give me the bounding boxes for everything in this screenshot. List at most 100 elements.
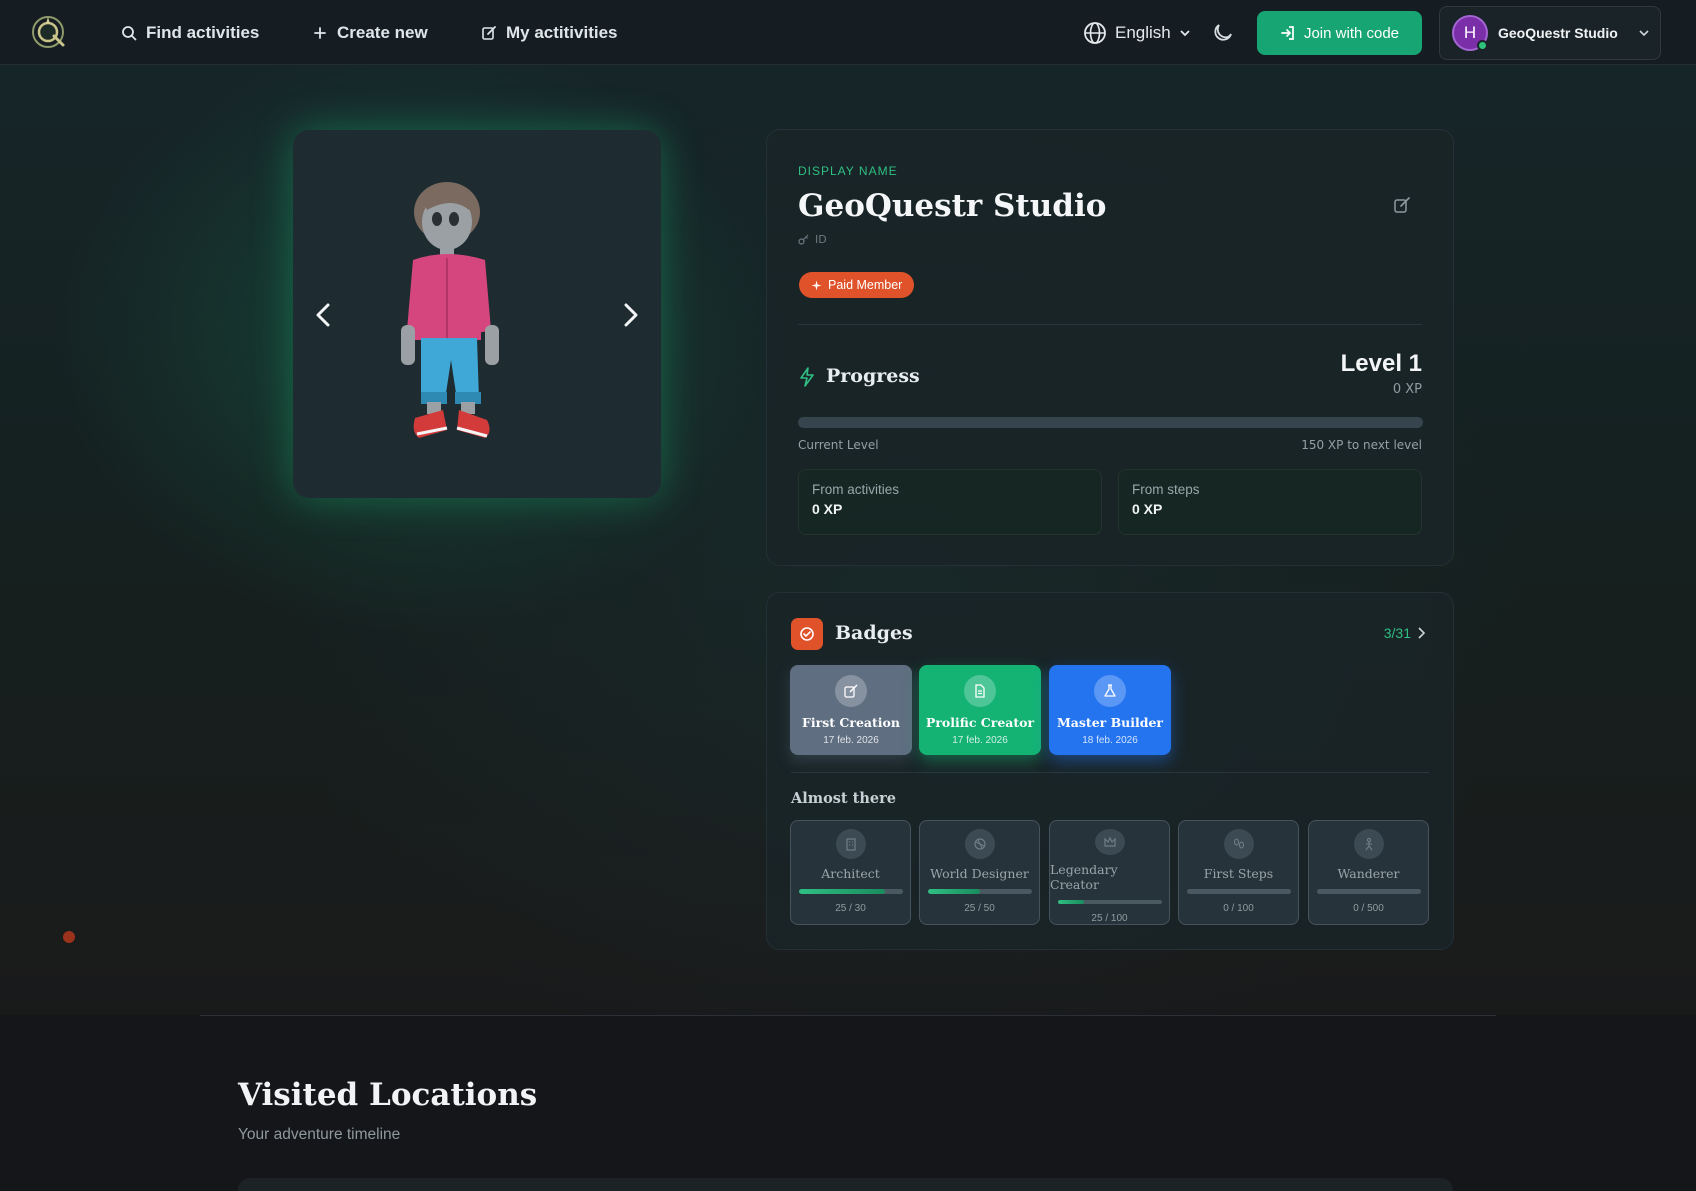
- level-progress-bar: [798, 417, 1423, 428]
- badges-count-link[interactable]: 3/31: [1384, 625, 1425, 641]
- badge-progress-text: 0 / 500: [1353, 903, 1384, 914]
- badge-progress-bar: [927, 889, 1032, 894]
- online-status-dot: [1477, 40, 1488, 51]
- badge-progress-bar: [1057, 899, 1162, 904]
- timeline-card: [238, 1178, 1453, 1191]
- from-activities-label: From activities: [812, 482, 900, 497]
- progress-title: Progress: [826, 365, 920, 387]
- badge-progress-fill: [1057, 899, 1084, 904]
- user-menu-button[interactable]: H GeoQuestr Studio: [1439, 6, 1661, 60]
- footprints-icon: [1223, 829, 1254, 859]
- find-activities-link[interactable]: Find activities: [121, 0, 259, 65]
- chevron-down-icon: [1180, 29, 1190, 36]
- badge-name: Prolific Creator: [925, 715, 1035, 730]
- badges-title: Badges: [835, 622, 913, 644]
- badge-date: 17 feb. 2026: [823, 735, 879, 746]
- badge-progress-text: 25 / 50: [964, 903, 995, 914]
- edit-icon: [482, 25, 496, 40]
- join-with-code-label: Join with code: [1303, 24, 1400, 42]
- login-icon: [1281, 26, 1294, 40]
- badge-first-creation[interactable]: First Creation 17 feb. 2026: [790, 665, 912, 755]
- search-icon: [122, 25, 137, 40]
- key-icon: [798, 234, 809, 245]
- moon-icon[interactable]: [1212, 22, 1234, 44]
- crown-icon: [1094, 829, 1125, 855]
- paid-member-label: Paid Member: [828, 278, 903, 292]
- badge-name: Legendary Creator: [1050, 861, 1118, 892]
- find-activities-label: Find activities: [146, 22, 260, 42]
- from-activities-value: 0 XP: [812, 501, 843, 517]
- notification-dot: [63, 931, 75, 943]
- top-navbar: Find activities Create new My actitiviti…: [0, 0, 1696, 65]
- next-level-label: 150 XP to next level: [1301, 438, 1422, 452]
- id-row: ID: [798, 233, 827, 246]
- my-activities-label: My actitivities: [506, 22, 618, 42]
- badge-name: First Creation: [802, 715, 900, 730]
- id-label: ID: [815, 233, 827, 246]
- badge-world-designer[interactable]: World Designer 25 / 50: [919, 820, 1040, 925]
- language-label: English: [1115, 22, 1171, 42]
- chevron-left-icon[interactable]: [309, 300, 339, 330]
- badge-progress-bar: [1186, 889, 1291, 894]
- badge-name: World Designer: [930, 866, 1029, 881]
- join-with-code-button[interactable]: Join with code: [1257, 11, 1422, 55]
- xp-total: 0 XP: [1392, 382, 1422, 397]
- character-preview-card: [293, 130, 661, 498]
- lightning-icon: [800, 367, 814, 387]
- badge-progress-bar: [1316, 889, 1421, 894]
- pencil-icon: [835, 675, 867, 707]
- character-avatar-image: [401, 182, 499, 438]
- globe-icon: [1084, 21, 1106, 44]
- building-icon: [835, 829, 866, 859]
- badge-progress-text: 25 / 100: [1091, 913, 1128, 924]
- document-icon: [964, 675, 996, 707]
- visited-locations-title: Visited Locations: [238, 1077, 538, 1113]
- avatar: H: [1452, 15, 1488, 51]
- user-name: GeoQuestr Studio: [1498, 25, 1618, 41]
- chevron-right-icon: [1418, 627, 1425, 639]
- walking-icon: [1353, 829, 1384, 859]
- level-label: Level 1: [1340, 350, 1422, 377]
- flask-icon: [1094, 675, 1126, 707]
- badge-legendary-creator[interactable]: Legendary Creator 25 / 100: [1049, 820, 1170, 925]
- language-selector[interactable]: English: [1083, 0, 1191, 65]
- create-new-link[interactable]: Create new: [312, 0, 428, 65]
- almost-there-title: Almost there: [791, 790, 897, 807]
- chevron-down-icon: [1639, 30, 1649, 37]
- badge-progress-fill: [798, 889, 885, 894]
- badge-wanderer[interactable]: Wanderer 0 / 500: [1308, 820, 1429, 925]
- avatar-initial: H: [1463, 23, 1477, 42]
- badges-section-icon: [791, 618, 823, 650]
- globe-icon: [964, 829, 995, 859]
- chevron-right-icon[interactable]: [615, 300, 645, 330]
- badge-date: 18 feb. 2026: [1082, 735, 1138, 746]
- edit-icon[interactable]: [1393, 196, 1411, 214]
- badge-progress-text: 0 / 100: [1223, 903, 1254, 914]
- badge-name: Master Builder: [1056, 715, 1164, 730]
- xp-from-activities-box: From activities 0 XP: [798, 469, 1102, 535]
- my-activities-link[interactable]: My actitivities: [481, 0, 618, 65]
- visited-locations-subtitle: Your adventure timeline: [238, 1126, 401, 1143]
- badge-progress-fill: [927, 889, 980, 894]
- plus-icon: [314, 26, 326, 39]
- sparkle-icon: [811, 280, 822, 290]
- badge-prolific-creator[interactable]: Prolific Creator 17 feb. 2026: [919, 665, 1041, 755]
- badge-name: Architect: [821, 866, 880, 881]
- badge-architect[interactable]: Architect 25 / 30: [790, 820, 911, 925]
- display-name-label: DISPLAY NAME: [798, 164, 898, 178]
- display-name: GeoQuestr Studio: [798, 188, 1107, 224]
- divider: [798, 324, 1422, 325]
- badge-check-icon: [800, 627, 814, 641]
- xp-from-steps-box: From steps 0 XP: [1118, 469, 1422, 535]
- profile-card: DISPLAY NAME GeoQuestr Studio ID Paid Me…: [766, 129, 1454, 566]
- from-steps-label: From steps: [1132, 482, 1200, 497]
- badge-name: Wanderer: [1337, 866, 1400, 881]
- divider: [791, 772, 1429, 773]
- from-steps-value: 0 XP: [1132, 501, 1163, 517]
- create-new-label: Create new: [337, 22, 428, 42]
- badge-first-steps[interactable]: First Steps 0 / 100: [1178, 820, 1299, 925]
- app-logo[interactable]: [30, 14, 70, 50]
- badge-master-builder[interactable]: Master Builder 18 feb. 2026: [1049, 665, 1171, 755]
- section-divider: [200, 1015, 1496, 1016]
- paid-member-badge: Paid Member: [799, 272, 915, 298]
